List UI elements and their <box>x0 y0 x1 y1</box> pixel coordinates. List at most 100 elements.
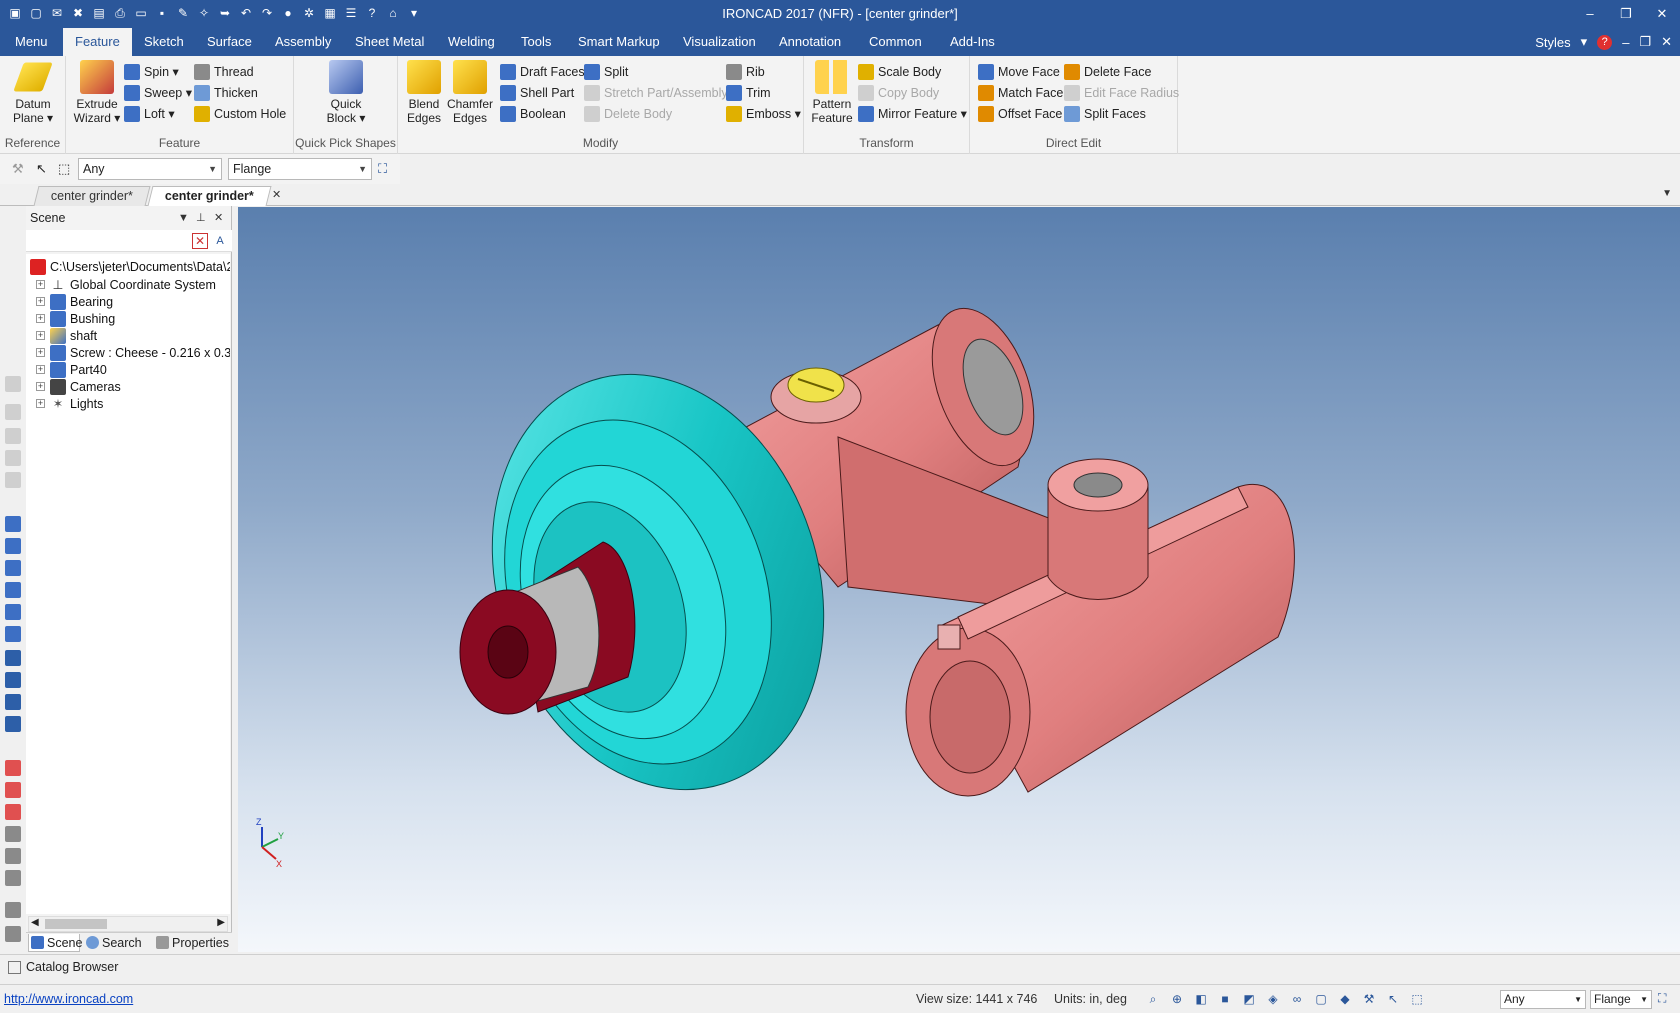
tree-item[interactable]: + Screw : Cheese - 0.216 x 0.375 <box>26 344 230 362</box>
tab-annotation[interactable]: Annotation <box>767 28 853 56</box>
match-face-button[interactable]: Match Face <box>978 83 1063 103</box>
clear-filter-icon[interactable]: ✕ <box>192 233 208 249</box>
doc-close-icon[interactable]: ✕ <box>272 188 281 201</box>
tab-smart-markup[interactable]: Smart Markup <box>566 28 672 56</box>
quick-block-button[interactable]: Quick Block ▾ <box>316 60 376 125</box>
tool-grey-icon[interactable] <box>5 428 21 444</box>
tab-sketch[interactable]: Sketch <box>132 28 196 56</box>
expand-icon[interactable]: + <box>36 280 45 289</box>
status-shape-combo[interactable]: Flange ▼ <box>1590 990 1652 1009</box>
tabs-overflow-icon[interactable]: ▼ <box>1662 188 1672 199</box>
render-mode-icon[interactable] <box>5 672 21 688</box>
tool-grey-icon[interactable] <box>5 450 21 466</box>
split-faces-button[interactable]: Split Faces <box>1064 104 1146 124</box>
thicken-button[interactable]: Thicken <box>194 83 258 103</box>
tree-item[interactable]: + shaft <box>26 327 230 345</box>
move-face-button[interactable]: Move Face <box>978 62 1060 82</box>
doc-tab-inactive[interactable]: center grinder* <box>33 186 151 206</box>
styles-menu[interactable]: Styles <box>1535 35 1570 50</box>
offset-face-button[interactable]: Offset Face <box>978 104 1062 124</box>
render-mode-icon[interactable] <box>5 716 21 732</box>
ruler-icon[interactable] <box>5 926 21 942</box>
angle-icon[interactable] <box>5 826 21 842</box>
panel-tab-scene[interactable]: Scene <box>28 934 82 952</box>
scroll-thumb[interactable] <box>45 919 107 929</box>
filter-text-icon[interactable]: A <box>212 233 228 249</box>
tab-feature[interactable]: Feature <box>63 28 132 56</box>
expand-icon[interactable]: + <box>36 297 45 306</box>
panel-tab-search[interactable]: Search <box>84 934 144 952</box>
tool-grey-icon[interactable] <box>5 472 21 488</box>
expand-icon[interactable]: + <box>36 331 45 340</box>
tab-common[interactable]: Common <box>857 28 934 56</box>
thread-button[interactable]: Thread <box>194 62 254 82</box>
scale-body-button[interactable]: Scale Body <box>858 62 941 82</box>
render-mode-icon[interactable] <box>5 650 21 666</box>
select-arrow-icon[interactable]: ↖ <box>1384 990 1402 1008</box>
hierarchy-icon[interactable]: ⛶ <box>378 161 394 177</box>
custom-hole-button[interactable]: Custom Hole <box>194 104 286 124</box>
sweep-button[interactable]: Sweep ▾ <box>124 83 192 103</box>
pattern-feature-button[interactable]: Pattern Feature <box>808 60 856 125</box>
tree-horizontal-scrollbar[interactable]: ◀ ▶ <box>28 916 228 932</box>
tab-surface[interactable]: Surface <box>195 28 264 56</box>
view-cube-icon[interactable] <box>5 626 21 642</box>
select-box-icon[interactable]: ⬚ <box>58 161 74 177</box>
restore-button[interactable]: ❐ <box>1608 0 1644 28</box>
display-icon[interactable]: ▢ <box>1312 990 1330 1008</box>
doc-tab-active[interactable]: center grinder* <box>147 186 272 206</box>
view-cube-icon[interactable] <box>5 582 21 598</box>
view-cube-icon[interactable] <box>5 516 21 532</box>
tool-grey-icon[interactable] <box>5 376 21 392</box>
tab-sheet-metal[interactable]: Sheet Metal <box>343 28 436 56</box>
edit-face-radius-button[interactable]: Edit Face Radius <box>1064 83 1179 103</box>
panel-close-icon[interactable]: ✕ <box>214 206 223 230</box>
tree-item[interactable]: + ✶ Lights <box>26 395 230 413</box>
select-box-icon[interactable]: ⬚ <box>1408 990 1426 1008</box>
no-icon[interactable] <box>5 870 21 886</box>
mdi-restore-button[interactable]: ❐ <box>1639 34 1651 50</box>
chamfer-edges-button[interactable]: Chamfer Edges <box>446 60 494 125</box>
measure-icon[interactable] <box>5 760 21 776</box>
rib-button[interactable]: Rib <box>726 62 765 82</box>
render-mode-icon[interactable]: ■ <box>1216 990 1234 1008</box>
pin-icon[interactable]: ⊥ <box>196 206 206 230</box>
expand-icon[interactable]: + <box>36 382 45 391</box>
expand-icon[interactable]: + <box>36 348 45 357</box>
view-cube-icon[interactable] <box>5 560 21 576</box>
ironcad-link[interactable]: http://www.ironcad.com <box>4 992 133 1006</box>
shell-part-button[interactable]: Shell Part <box>500 83 574 103</box>
model-render[interactable]: Z Y X <box>238 207 1680 952</box>
select-arrow-icon[interactable]: ↖ <box>36 161 52 177</box>
scene-root[interactable]: C:\Users\jeter\Documents\Data\2 <box>26 258 230 276</box>
tree-item[interactable]: + Part40 <box>26 361 230 379</box>
expand-icon[interactable]: + <box>36 314 45 323</box>
datum-plane-button[interactable]: Datum Plane ▾ <box>6 60 60 125</box>
tree-item[interactable]: + Bearing <box>26 293 230 311</box>
curve-icon[interactable] <box>5 902 21 918</box>
status-filter-combo[interactable]: Any ▼ <box>1500 990 1586 1009</box>
shape-combo[interactable]: Flange ▼ <box>228 158 372 180</box>
view-orient-icon[interactable]: ◧ <box>1192 990 1210 1008</box>
section-icon[interactable] <box>5 804 21 820</box>
rotate-icon[interactable] <box>5 848 21 864</box>
tab-welding[interactable]: Welding <box>436 28 507 56</box>
boolean-button[interactable]: Boolean <box>500 104 566 124</box>
tab-tools[interactable]: Tools <box>509 28 563 56</box>
styles-dropdown-icon[interactable]: ▾ <box>1581 34 1588 50</box>
panel-tab-properties[interactable]: Properties <box>154 934 230 952</box>
delete-body-button[interactable]: Delete Body <box>584 104 672 124</box>
view-cube-icon[interactable] <box>5 604 21 620</box>
tree-item[interactable]: + Cameras <box>26 378 230 396</box>
mdi-minimize-button[interactable]: – <box>1622 35 1629 50</box>
scroll-right-icon[interactable]: ▶ <box>217 917 225 928</box>
spin-button[interactable]: Spin ▾ <box>124 62 179 82</box>
tab-add-ins[interactable]: Add-Ins <box>938 28 1007 56</box>
shading-icon[interactable]: ◆ <box>1336 990 1354 1008</box>
copy-body-button[interactable]: Copy Body <box>858 83 939 103</box>
mirror-feature-button[interactable]: Mirror Feature ▾ <box>858 104 967 124</box>
split-button[interactable]: Split <box>584 62 628 82</box>
tool-grey-icon[interactable] <box>5 404 21 420</box>
tapped-boss[interactable] <box>1047 458 1149 600</box>
tree-item[interactable]: + ⊥ Global Coordinate System <box>26 276 230 294</box>
